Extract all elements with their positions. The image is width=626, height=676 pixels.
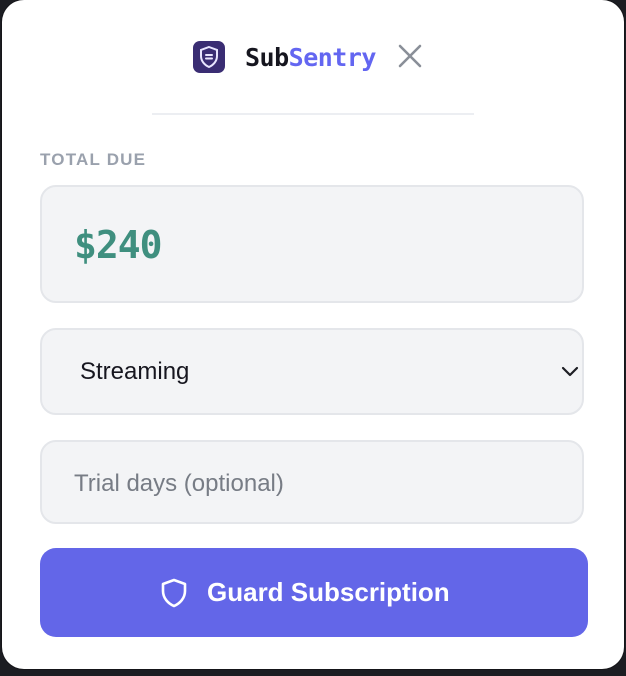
chevron-down-icon — [561, 366, 579, 377]
modal-header: SubSentry — [0, 38, 626, 78]
total-due-display: $240 — [40, 185, 584, 303]
guard-subscription-button[interactable]: Guard Subscription — [40, 548, 588, 637]
trial-days-field[interactable] — [40, 440, 584, 524]
shield-logo-icon — [193, 41, 225, 73]
header-divider — [152, 113, 474, 115]
brand-name-part1: Sub — [245, 43, 289, 72]
shield-icon — [161, 578, 187, 608]
guard-subscription-label: Guard Subscription — [207, 577, 450, 607]
category-select[interactable]: Streaming — [40, 328, 584, 415]
category-select-value: Streaming — [80, 358, 190, 385]
total-due-amount: $240 — [74, 223, 163, 267]
brand-name: SubSentry — [245, 42, 376, 74]
trial-days-input[interactable] — [72, 466, 546, 502]
total-due-label: TOTAL DUE — [40, 150, 147, 169]
brand-name-part2: Sentry — [288, 43, 377, 72]
close-icon[interactable] — [396, 42, 424, 70]
